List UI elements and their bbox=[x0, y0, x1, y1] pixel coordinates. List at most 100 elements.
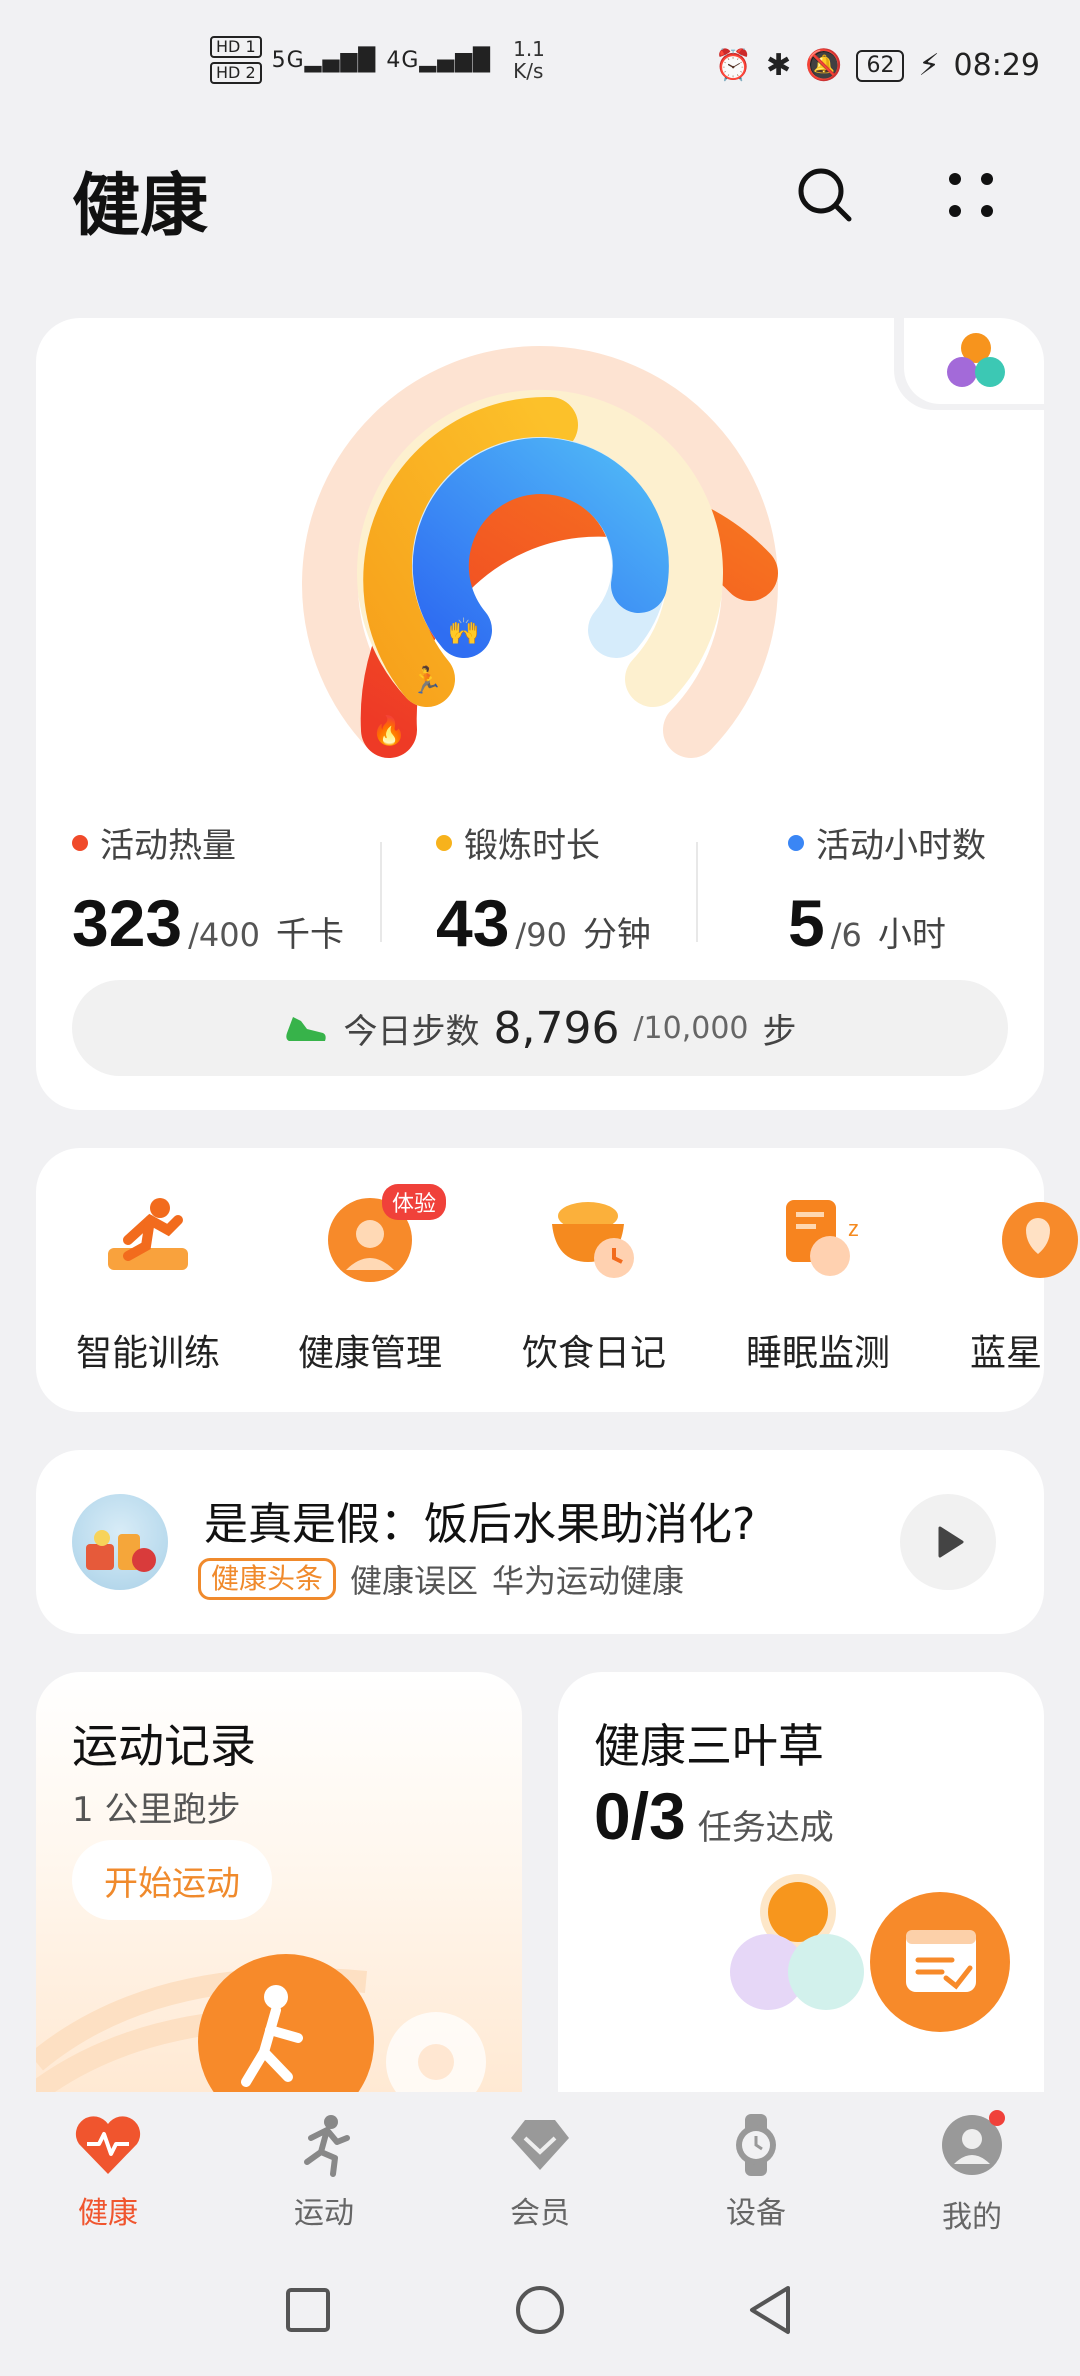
exercise-record-title: 运动记录 bbox=[72, 1719, 256, 1773]
health-manager-icon: 体验 bbox=[320, 1184, 446, 1290]
steps-value: 8,796 bbox=[493, 1002, 620, 1054]
exercise-dot bbox=[436, 834, 452, 851]
nav-label: 会员 bbox=[510, 2196, 570, 2231]
shortcut-label: 蓝星 bbox=[970, 1333, 1043, 1374]
status-left: HD 1 HD 2 5G▂▄▆█ 4G▂▄▆█ 1.1 K/s bbox=[210, 36, 545, 84]
training-icon bbox=[98, 1190, 198, 1290]
shortcut-label: 智能训练 bbox=[75, 1333, 220, 1374]
exercise-label: 锻炼时长 bbox=[464, 826, 600, 866]
nav-me[interactable]: 我的 bbox=[902, 2110, 1042, 2236]
search-icon[interactable] bbox=[790, 160, 860, 230]
clover-progress: 0/3 任务达成 bbox=[594, 1778, 834, 1854]
nav-health[interactable]: 健康 bbox=[38, 2112, 178, 2232]
location-pin-icon bbox=[1000, 1190, 1080, 1290]
running-icon: 🏃 bbox=[411, 665, 443, 696]
calories-label: 活动热量 bbox=[100, 826, 236, 866]
sim-indicators: HD 1 HD 2 bbox=[210, 36, 262, 84]
shortcut-label: 饮食日记 bbox=[521, 1333, 666, 1374]
signal-4g: 4G▂▄▆█ bbox=[386, 47, 492, 73]
shortcut-label: 健康管理 bbox=[297, 1333, 442, 1374]
diamond-icon bbox=[511, 2120, 569, 2170]
ring-style-tab[interactable] bbox=[894, 318, 1044, 410]
nav-label: 运动 bbox=[294, 2196, 354, 2231]
shoe-icon bbox=[286, 1017, 327, 1041]
play-button[interactable] bbox=[900, 1494, 996, 1590]
clover-title: 健康三叶草 bbox=[594, 1719, 824, 1773]
standing-icon: 🙌 bbox=[448, 617, 480, 647]
status-right: ⏰ ✱ 🔕 62 ⚡ 08:29 bbox=[715, 48, 1040, 83]
sim2-label: HD 2 bbox=[210, 62, 262, 84]
track-decoration bbox=[36, 1954, 486, 2092]
shortcut-blue-star[interactable]: 蓝星 bbox=[930, 1190, 1080, 1376]
page-title: 健康 bbox=[72, 166, 209, 246]
shortcut-sleep-monitor[interactable]: z 睡眠监测 bbox=[718, 1190, 918, 1376]
steps-target: /10,000 bbox=[633, 1010, 749, 1046]
person-icon bbox=[937, 2110, 1007, 2182]
exercise-target: /90 bbox=[515, 916, 567, 954]
flame-icon: 🔥 bbox=[372, 714, 407, 747]
sim1-label: HD 1 bbox=[210, 36, 262, 58]
hours-value: 5 bbox=[788, 886, 825, 960]
network-speed: 1.1 K/s bbox=[513, 37, 545, 83]
exercise-unit: 分钟 bbox=[582, 915, 651, 955]
nav-exercise[interactable]: 运动 bbox=[254, 2112, 394, 2232]
shortcut-diet-diary[interactable]: 饮食日记 bbox=[494, 1190, 694, 1376]
shortcut-label: 睡眠监测 bbox=[745, 1333, 890, 1374]
svg-text:z: z bbox=[848, 1216, 859, 1241]
article-category: 健康误区 bbox=[350, 1562, 479, 1600]
recent-apps-button[interactable] bbox=[278, 2280, 338, 2340]
nav-label: 我的 bbox=[942, 2200, 1002, 2235]
battery-icon: 62 bbox=[856, 49, 905, 82]
heart-pulse-icon bbox=[75, 2116, 141, 2174]
article-thumbnail bbox=[72, 1494, 168, 1590]
back-button[interactable] bbox=[740, 2280, 800, 2340]
bluetooth-icon: ✱ bbox=[765, 48, 792, 83]
steps-bar[interactable]: 今日步数 8,796/10,000 步 bbox=[72, 980, 1008, 1076]
play-icon bbox=[938, 1526, 964, 1558]
more-options-icon[interactable] bbox=[936, 160, 1006, 230]
stat-calories[interactable]: 活动热量 323 /400 千卡 bbox=[72, 818, 344, 961]
hours-dot bbox=[788, 834, 804, 851]
calories-unit: 千卡 bbox=[275, 915, 344, 955]
alarm-icon: ⏰ bbox=[714, 48, 752, 83]
triangle-back-icon bbox=[750, 2286, 790, 2334]
stat-active-hours[interactable]: 活动小时数 5 /6 小时 bbox=[788, 818, 986, 961]
steps-label: 今日步数 bbox=[343, 1011, 480, 1052]
three-circles-icon bbox=[947, 333, 1005, 387]
mute-bell-icon: 🔕 bbox=[805, 48, 843, 83]
article-meta: 健康头条 健康误区 华为运动健康 bbox=[198, 1556, 684, 1602]
calories-target: /400 bbox=[188, 916, 260, 954]
notification-dot bbox=[989, 2110, 1005, 2126]
calories-value: 323 bbox=[72, 886, 183, 960]
sleep-icon: z bbox=[768, 1190, 868, 1290]
home-button[interactable] bbox=[510, 2280, 570, 2340]
calories-dot bbox=[72, 834, 88, 851]
exercise-value: 43 bbox=[436, 886, 510, 960]
hours-target: /6 bbox=[830, 916, 862, 954]
shortcut-smart-training[interactable]: 智能训练 bbox=[48, 1190, 248, 1376]
status-bar: HD 1 HD 2 5G▂▄▆█ 4G▂▄▆█ 1.1 K/s ⏰ ✱ 🔕 62… bbox=[0, 0, 1080, 130]
article-source: 华为运动健康 bbox=[492, 1562, 685, 1600]
nav-label: 健康 bbox=[78, 2196, 138, 2231]
clover-progress-value: 0/3 bbox=[594, 1779, 686, 1853]
shortcut-health-management[interactable]: 体验 健康管理 bbox=[270, 1184, 470, 1376]
square-icon bbox=[286, 2288, 330, 2332]
nav-membership[interactable]: 会员 bbox=[470, 2112, 610, 2232]
article-tag: 健康头条 bbox=[198, 1558, 337, 1600]
hours-unit: 小时 bbox=[877, 915, 946, 955]
charging-icon: ⚡ bbox=[918, 48, 940, 83]
nav-devices[interactable]: 设备 bbox=[686, 2112, 826, 2232]
start-exercise-button[interactable]: 开始运动 bbox=[72, 1840, 272, 1920]
clover-illustration bbox=[730, 1874, 1010, 2032]
runner-icon bbox=[304, 2115, 350, 2177]
stat-exercise[interactable]: 锻炼时长 43 /90 分钟 bbox=[436, 818, 651, 961]
signal-5g: 5G▂▄▆█ bbox=[271, 47, 377, 73]
circle-icon bbox=[516, 2286, 564, 2334]
clock: 08:29 bbox=[953, 48, 1040, 83]
watch-icon bbox=[736, 2114, 776, 2176]
clover-progress-label: 任务达成 bbox=[697, 1808, 834, 1848]
divider bbox=[380, 842, 382, 942]
activity-rings[interactable]: 🔥 🏃 🙌 bbox=[290, 345, 790, 785]
hours-label: 活动小时数 bbox=[816, 826, 986, 866]
trial-badge: 体验 bbox=[381, 1184, 446, 1220]
